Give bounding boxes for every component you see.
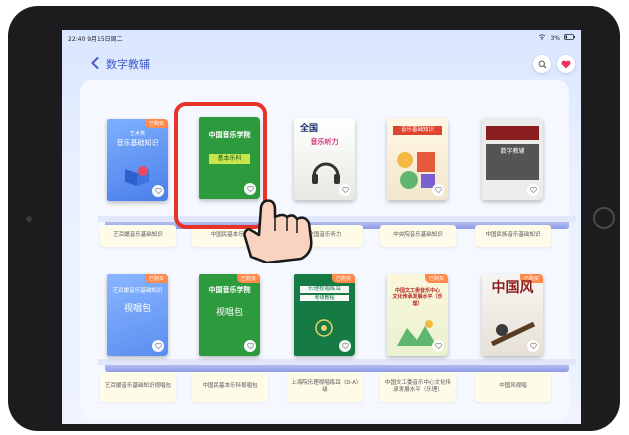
battery-icon xyxy=(564,34,575,42)
heart-icon[interactable] xyxy=(432,340,444,352)
heart-icon[interactable] xyxy=(152,185,164,197)
book-cover[interactable]: 已购买 中国风 xyxy=(482,274,543,356)
book-cover[interactable]: 音乐基础知识 xyxy=(387,118,448,200)
battery-percent: 3% xyxy=(550,34,560,42)
home-button[interactable] xyxy=(593,207,615,229)
book-illustration-icon xyxy=(397,320,437,346)
purchased-badge: 已购买 xyxy=(144,119,168,128)
pointer-hand-icon xyxy=(243,199,313,263)
book-cover-title: 音乐基础知识 xyxy=(116,139,159,147)
book-cover-subtitle: 艺术类 xyxy=(129,131,145,137)
book-cover-subtitle: 视唱包 xyxy=(215,308,243,318)
chevron-left-icon xyxy=(91,57,99,69)
book-cover[interactable]: 数字教辅 xyxy=(482,118,543,200)
heart-icon[interactable] xyxy=(432,184,444,196)
book-cover[interactable]: 已购买 中国音乐学院 视唱包 xyxy=(199,274,260,356)
book-cover-title: 中国文工委音乐中心 文化传承发展水平（乐理） xyxy=(392,288,443,307)
book-cover-title: 数字教辅 xyxy=(500,148,525,155)
book-label[interactable]: 艺百媛音乐基础知识 xyxy=(100,225,176,247)
book-cover[interactable]: 已购买 艺百媛音乐基础知识 视唱包 xyxy=(107,274,168,356)
app-screen: 22:40 9月15日周二 3% 数字教辅 已购买 艺术类 音乐基础知识 中国音… xyxy=(62,30,581,424)
book-cover-band xyxy=(486,126,539,140)
book-cover[interactable]: 已购买 艺术类 音乐基础知识 xyxy=(107,119,168,201)
book-cover[interactable]: 已购买 乐理视唱练耳 考级教程 xyxy=(294,274,355,356)
heart-icon xyxy=(561,60,571,68)
book-label[interactable]: 中国民基本乐科视唱包 xyxy=(192,372,268,402)
status-bar: 22:40 9月15日周二 3% xyxy=(68,33,575,43)
book-cover-subtitle: 视唱包 xyxy=(123,304,151,314)
book-label[interactable]: 上海院乐理视唱练耳（D-A）级 xyxy=(287,372,363,402)
book-cover-subtitle: 考级教程 xyxy=(300,295,349,302)
book-cover-subtitle: 基本乐科 xyxy=(209,154,250,164)
emblem-icon xyxy=(315,319,333,337)
page-title: 数字教辅 xyxy=(106,58,150,71)
wifi-icon xyxy=(538,34,546,42)
search-button[interactable] xyxy=(533,55,551,73)
back-button[interactable] xyxy=(88,54,102,72)
book-cover-title: 全国 xyxy=(300,124,319,134)
heart-icon[interactable] xyxy=(152,340,164,352)
book-label[interactable]: 中国文工委音乐中心文化传承发展水平（乐理） xyxy=(380,372,456,402)
purchased-badge: 已购买 xyxy=(331,274,355,283)
book-cover[interactable]: 已购买 中国文工委音乐中心 文化传承发展水平（乐理） xyxy=(387,274,448,356)
book-cover-title: 中国音乐学院 xyxy=(208,286,251,294)
book-label[interactable]: 中国风视唱 xyxy=(475,372,551,402)
search-icon xyxy=(538,60,547,69)
shelf-edge-row2 xyxy=(105,365,569,372)
purchased-badge: 已购买 xyxy=(424,274,448,283)
heart-icon[interactable] xyxy=(244,340,256,352)
front-camera xyxy=(26,216,32,222)
heart-icon[interactable] xyxy=(339,340,351,352)
heart-icon[interactable] xyxy=(527,184,539,196)
status-time-date: 22:40 9月15日周二 xyxy=(68,35,123,43)
navigation-bar: 数字教辅 xyxy=(62,48,581,78)
book-cover-title: 中国音乐学院 xyxy=(208,131,251,139)
favorites-button[interactable] xyxy=(557,55,575,73)
book-label[interactable]: 中央院音乐基础知识 xyxy=(380,225,456,247)
book-label[interactable]: 艺百媛音乐基础知识视唱包 xyxy=(100,372,176,402)
book-label[interactable]: 中国民族音乐基础知识 xyxy=(475,225,551,247)
book-cover-title: 音乐基础知识 xyxy=(393,126,442,135)
book-cover-title: 中国风 xyxy=(491,280,534,296)
heart-icon[interactable] xyxy=(527,340,539,352)
purchased-badge: 已购买 xyxy=(144,274,168,283)
book-cover-title: 乐理视唱练耳 xyxy=(300,286,349,293)
purchased-badge: 已购买 xyxy=(236,274,260,283)
tablet-device: 22:40 9月15日周二 3% 数字教辅 已购买 艺术类 音乐基础知识 中国音… xyxy=(8,6,620,431)
book-cover-title: 艺百媛音乐基础知识 xyxy=(112,288,163,294)
book-cover-subtitle: 音乐听力 xyxy=(310,138,339,146)
book-illustration-icon xyxy=(125,166,149,186)
